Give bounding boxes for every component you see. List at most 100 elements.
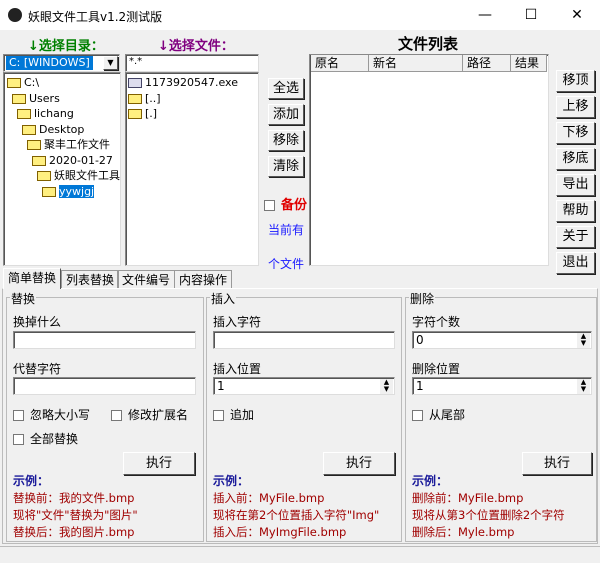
from-end-checkbox[interactable]: 从尾部 xyxy=(412,406,465,423)
chevron-down-icon[interactable]: ▼ xyxy=(103,56,118,70)
select-dir-label: ↓选择目录： xyxy=(28,39,104,54)
file-item-label: 1173920547.exe xyxy=(145,76,238,89)
example-heading: 示例： xyxy=(412,474,449,488)
exe-icon xyxy=(128,78,142,88)
file-list[interactable]: 1173920547.exe [..] [.] xyxy=(125,72,259,266)
select-all-button[interactable]: 全选 xyxy=(268,78,304,99)
tree-item[interactable]: 妖眼文件工具 xyxy=(4,168,120,184)
append-checkbox[interactable]: 追加 xyxy=(213,406,254,423)
folder-open-icon xyxy=(22,124,36,135)
delete-count-spinner[interactable]: 0 ▲ ▼ xyxy=(412,331,592,349)
delete-count-label: 字符个数 xyxy=(412,315,461,329)
close-button[interactable]: ✕ xyxy=(554,0,600,30)
delete-pos-label: 删除位置 xyxy=(412,362,461,376)
count-suffix-label: 个文件 xyxy=(268,257,305,271)
col-path[interactable]: 路径 xyxy=(463,55,511,72)
find-label: 换掉什么 xyxy=(13,315,62,329)
spin-arrows-icon[interactable]: ▲ ▼ xyxy=(380,379,393,394)
folder-open-icon xyxy=(12,93,26,104)
tree-item-label: Users xyxy=(29,91,60,105)
modify-ext-checkbox[interactable]: 修改扩展名 xyxy=(111,406,188,423)
folder-open-icon xyxy=(42,186,56,197)
example-line: 删除前：MyFile.bmp xyxy=(412,491,524,505)
folder-open-icon xyxy=(37,171,51,181)
ignore-case-checkbox[interactable]: 忽略大小写 xyxy=(13,406,90,423)
col-new-name[interactable]: 新名 xyxy=(369,55,463,72)
tree-item-label: lichang xyxy=(34,107,74,120)
insert-char-label: 插入字符 xyxy=(213,315,262,329)
example-line: 插入后：MyImgFile.bmp xyxy=(213,525,347,539)
example-line: 现将"文件"替换为"图片" xyxy=(13,508,138,522)
file-item[interactable]: 1173920547.exe xyxy=(128,75,256,91)
folder-open-icon xyxy=(27,140,41,150)
select-file-label: ↓选择文件： xyxy=(158,39,234,54)
tree-item[interactable]: 2020-01-27 xyxy=(4,153,120,169)
spin-arrows-icon[interactable]: ▲ ▼ xyxy=(577,379,590,394)
exit-button[interactable]: 退出 xyxy=(556,252,595,274)
example-line: 替换后：我的图片.bmp xyxy=(13,525,135,539)
insert-group: 插入 插入字符 插入位置 1 ▲ ▼ 追加 执行 示例： 插入前：MyFile.bm… xyxy=(206,290,402,542)
delete-group-title: 删除 xyxy=(409,290,436,307)
tree-item[interactable]: lichang xyxy=(4,106,120,122)
tree-item-label: 2020-01-27 xyxy=(49,153,113,167)
tab-list-replace[interactable]: 列表替换 xyxy=(61,270,120,289)
clear-button[interactable]: 清除 xyxy=(268,156,304,177)
tree-item[interactable]: Users xyxy=(4,91,120,107)
replace-input[interactable] xyxy=(13,377,196,395)
col-result[interactable]: 结果 xyxy=(511,55,547,72)
delete-run-button[interactable]: 执行 xyxy=(522,452,592,475)
delete-pos-spinner[interactable]: 1 ▲ ▼ xyxy=(412,377,592,395)
current-count-label: 当前有 xyxy=(268,223,305,237)
spin-arrows-icon[interactable]: ▲ ▼ xyxy=(577,333,590,348)
file-item-label: [..] xyxy=(145,91,161,105)
file-filter-input[interactable]: *.* xyxy=(125,54,259,72)
example-line: 替换前：我的文件.bmp xyxy=(13,491,135,505)
remove-button[interactable]: 移除 xyxy=(268,130,304,151)
folder-open-icon xyxy=(17,109,31,119)
file-item[interactable]: [.] xyxy=(128,106,256,122)
minimize-button[interactable]: — xyxy=(462,0,508,30)
move-top-button[interactable]: 移顶 xyxy=(556,70,595,92)
col-original-name[interactable]: 原名 xyxy=(311,55,369,72)
tree-item[interactable]: C:\ xyxy=(4,75,120,91)
example-line: 现将从第3个位置删除2个字符 xyxy=(412,508,565,522)
folder-icon xyxy=(128,109,142,119)
tab-content-ops[interactable]: 内容操作 xyxy=(174,270,233,289)
tab-file-numbering[interactable]: 文件编号 xyxy=(117,270,176,289)
example-line: 插入前：MyFile.bmp xyxy=(213,491,325,505)
drive-value: C: [WINDOWS] xyxy=(6,56,93,70)
help-button[interactable]: 帮助 xyxy=(556,200,595,222)
replace-all-checkbox[interactable]: 全部替换 xyxy=(13,430,78,447)
file-table[interactable]: 原名 新名 路径 结果 xyxy=(309,54,549,266)
move-down-button[interactable]: 下移 xyxy=(556,122,595,144)
move-bottom-button[interactable]: 移底 xyxy=(556,148,595,170)
example-line: 现将在第2个位置插入字符"Img" xyxy=(213,508,380,522)
tree-item[interactable]: yywjgj xyxy=(4,184,120,200)
app-icon xyxy=(8,8,22,22)
drive-select[interactable]: C: [WINDOWS] ▼ xyxy=(3,54,120,72)
folder-icon xyxy=(128,93,142,104)
backup-checkbox[interactable]: 备份 xyxy=(264,194,307,213)
folder-open-icon xyxy=(32,155,46,166)
tree-item-label: 聚丰工作文件 xyxy=(44,138,110,151)
file-item[interactable]: [..] xyxy=(128,91,256,107)
about-button[interactable]: 关于 xyxy=(556,226,595,248)
insert-char-input[interactable] xyxy=(213,331,395,349)
replace-run-button[interactable]: 执行 xyxy=(123,452,195,475)
replace-label: 代替字符 xyxy=(13,362,62,376)
export-button[interactable]: 导出 xyxy=(556,174,595,196)
find-input[interactable] xyxy=(13,331,196,349)
insert-pos-spinner[interactable]: 1 ▲ ▼ xyxy=(213,377,395,395)
replace-group-title: 替换 xyxy=(10,290,37,307)
tree-item-label: 妖眼文件工具 xyxy=(54,169,120,182)
directory-tree[interactable]: C:\ Users lichang Desktop 聚丰工作文件 2020-01-27 妖眼… xyxy=(3,72,121,266)
window-title: 妖眼文件工具v1.2测试版 xyxy=(28,10,163,24)
maximize-button[interactable]: ☐ xyxy=(508,0,554,30)
file-item-label: [.] xyxy=(145,107,158,120)
tree-item[interactable]: 聚丰工作文件 xyxy=(4,137,120,153)
tab-simple-replace[interactable]: 简单替换 xyxy=(3,268,62,289)
add-button[interactable]: 添加 xyxy=(268,104,304,125)
insert-run-button[interactable]: 执行 xyxy=(323,452,395,475)
move-up-button[interactable]: 上移 xyxy=(556,96,595,118)
tree-item[interactable]: Desktop xyxy=(4,122,120,138)
